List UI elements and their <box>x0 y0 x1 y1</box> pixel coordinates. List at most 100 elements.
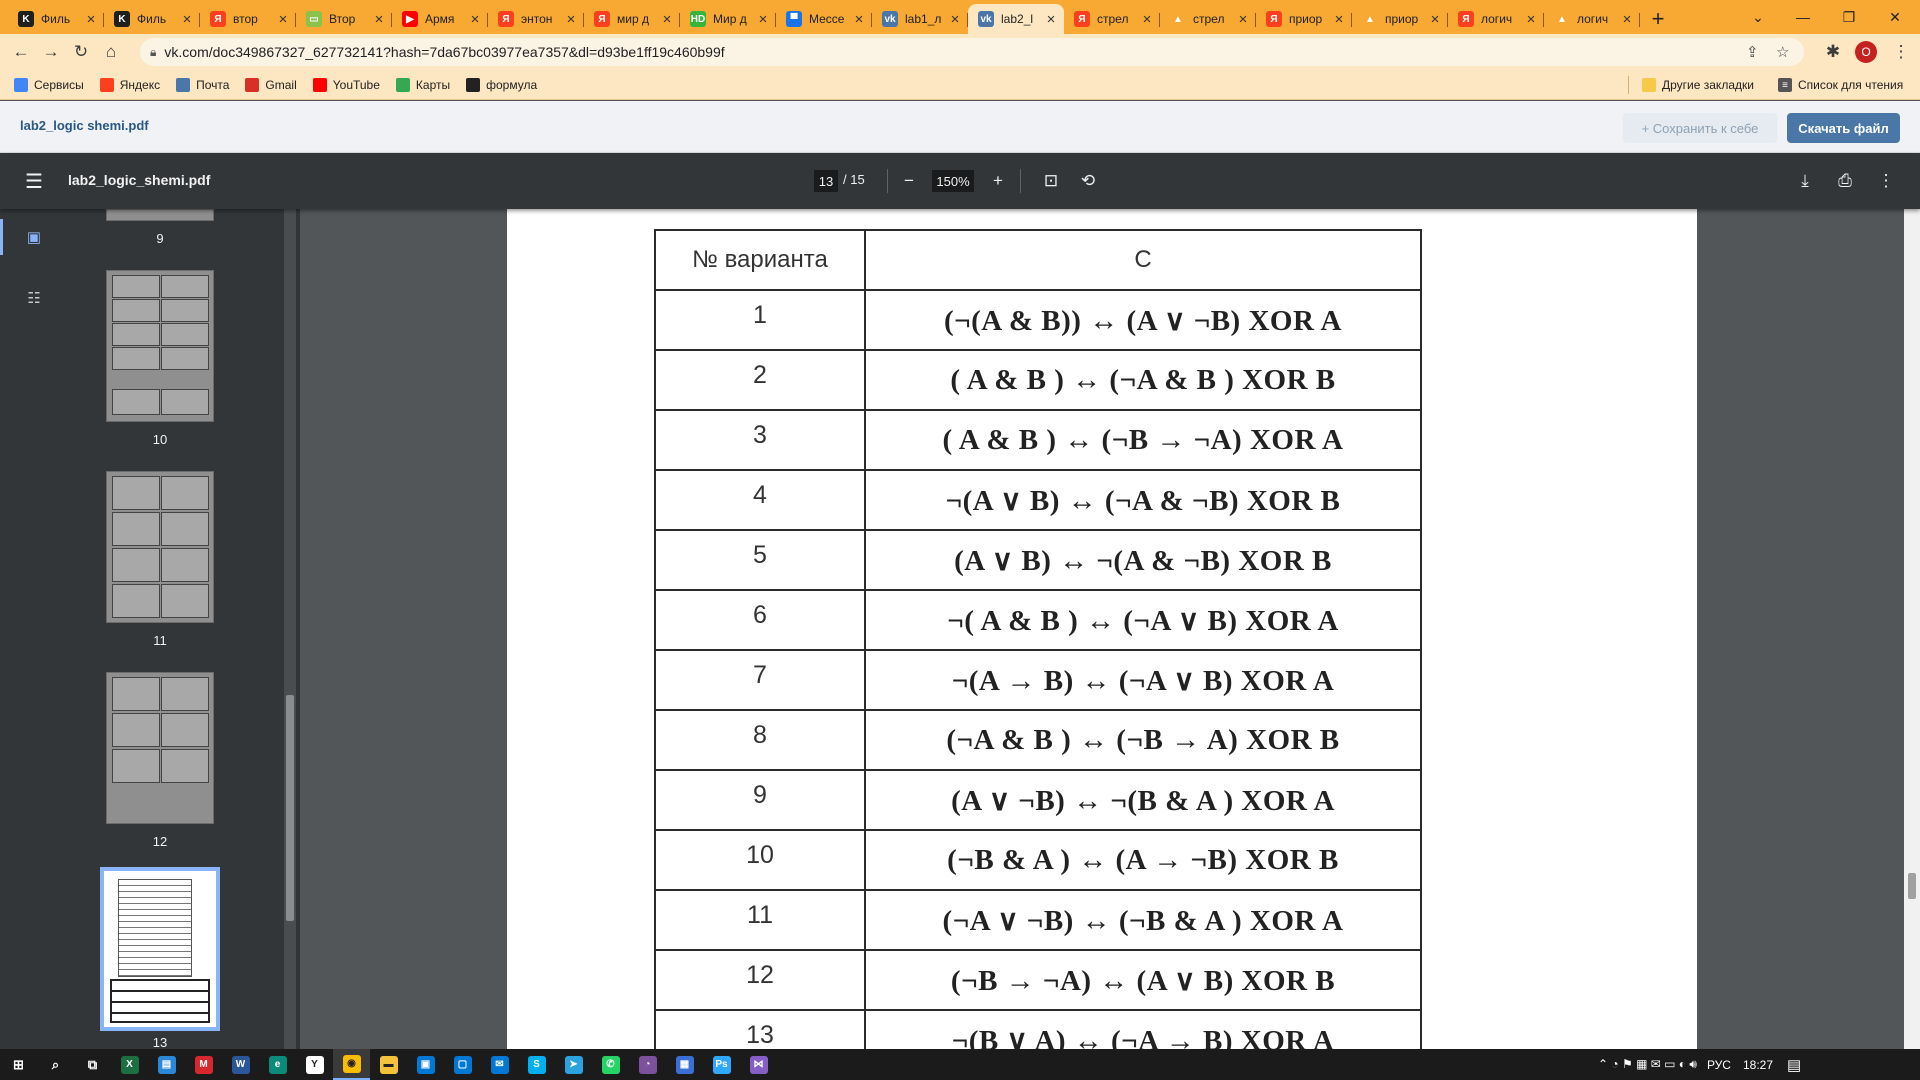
thumbnail-page-13[interactable] <box>100 867 220 1031</box>
browser-tab[interactable]: ▶ Армя × <box>392 4 488 34</box>
bookmark-item[interactable]: Сервисы <box>14 77 84 92</box>
browser-tab[interactable]: ▲ логич × <box>1544 4 1640 34</box>
yandex-browser-taskbar-icon[interactable]: Y <box>296 1049 333 1080</box>
close-tab-icon[interactable]: × <box>1620 11 1634 28</box>
notifications-icon[interactable]: ▤ <box>1787 1056 1801 1074</box>
app-blue-taskbar-icon[interactable]: ▦ <box>666 1049 703 1080</box>
skype-taskbar-icon[interactable]: S <box>518 1049 555 1080</box>
doc-title[interactable]: lab2_logic shemi.pdf <box>20 118 149 133</box>
close-tab-icon[interactable]: × <box>660 11 674 28</box>
close-tab-icon[interactable]: × <box>564 11 578 28</box>
clock[interactable]: 18:27 <box>1743 1058 1773 1072</box>
word-taskbar-icon[interactable]: W <box>222 1049 259 1080</box>
restore-icon[interactable]: ❐ <box>1826 0 1872 34</box>
minimize-icon[interactable]: — <box>1780 0 1826 34</box>
page-number-input[interactable]: 13 <box>814 170 838 192</box>
close-tab-icon[interactable]: × <box>1140 11 1154 28</box>
browser-tab[interactable]: K Филь × <box>104 4 200 34</box>
close-tab-icon[interactable]: × <box>468 11 482 28</box>
language-indicator[interactable]: РУС <box>1707 1058 1731 1072</box>
browser-tab[interactable]: vk lab1_л × <box>872 4 968 34</box>
more-options-icon[interactable]: ⋮ <box>1874 169 1898 193</box>
rotate-icon[interactable]: ⟲ <box>1076 169 1100 193</box>
share-icon[interactable]: ⇪ <box>1746 43 1759 61</box>
tab-search-icon[interactable]: ⌄ <box>1735 0 1781 34</box>
excel-taskbar-icon[interactable]: X <box>111 1049 148 1080</box>
browser-tab[interactable]: Ялогич × <box>1448 4 1544 34</box>
bookmark-item[interactable]: YouTube <box>312 77 380 92</box>
close-tab-icon[interactable]: × <box>852 11 866 28</box>
zoom-level-input[interactable]: 150% <box>932 170 974 192</box>
photos-taskbar-icon[interactable]: ▢ <box>444 1049 481 1080</box>
browser-tab[interactable]: Ястрел × <box>1064 4 1160 34</box>
bookmark-star-icon[interactable]: ☆ <box>1776 43 1789 61</box>
home-icon[interactable]: ⌂ <box>96 37 126 67</box>
telegram-taskbar-icon[interactable]: ➤ <box>555 1049 592 1080</box>
close-window-icon[interactable]: ✕ <box>1872 0 1918 34</box>
thumbnail-page-10[interactable] <box>106 270 214 422</box>
close-tab-icon[interactable]: × <box>1044 11 1058 28</box>
edge-taskbar-icon[interactable]: e <box>259 1049 296 1080</box>
download-file-button[interactable]: Скачать файл <box>1787 113 1900 143</box>
omnibox[interactable]: 🔒︎ vk.com/doc349867327_627732141?hash=7d… <box>140 38 1804 66</box>
fit-to-page-icon[interactable]: ⊡ <box>1039 169 1063 193</box>
close-tab-icon[interactable]: × <box>1236 11 1250 28</box>
whatsapp-taskbar-icon[interactable]: ✆ <box>592 1049 629 1080</box>
other-bookmarks[interactable]: Другие закладки <box>1642 78 1754 92</box>
hamburger-menu-icon[interactable]: ☰ <box>22 169 46 193</box>
close-tab-icon[interactable]: × <box>1524 11 1538 28</box>
browser-tab[interactable]: Ямир д × <box>584 4 680 34</box>
close-tab-icon[interactable]: × <box>180 11 194 28</box>
print-icon[interactable]: ⎙ <box>1833 169 1857 193</box>
browser-tab[interactable]: НD Мир д × <box>680 4 776 34</box>
document-scroll-thumb[interactable] <box>1908 873 1916 899</box>
forward-arrow-icon[interactable]: → <box>36 37 66 67</box>
mail-taskbar-icon[interactable]: ✉ <box>481 1049 518 1080</box>
browser-tab[interactable]: ▲ стрел × <box>1160 4 1256 34</box>
task-view-icon[interactable]: ⧉ <box>74 1049 111 1080</box>
browser-tab[interactable]: Яэнтон × <box>488 4 584 34</box>
viber-taskbar-icon[interactable]: ◔ <box>629 1049 666 1080</box>
browser-tab[interactable]: Яприор × <box>1256 4 1352 34</box>
visual-studio-taskbar-icon[interactable]: ⋈ <box>740 1049 777 1080</box>
close-tab-icon[interactable]: × <box>372 11 386 28</box>
extensions-puzzle-icon[interactable]: ✱ <box>1818 37 1848 67</box>
thumbnail-page-9[interactable] <box>106 209 214 221</box>
bookmark-item[interactable]: формула <box>466 77 537 92</box>
windows-start-icon[interactable]: ⊞ <box>0 1049 37 1080</box>
browser-tab[interactable]: K Филь × <box>8 4 104 34</box>
browser-tab[interactable]: ▲ приор × <box>1352 4 1448 34</box>
download-icon[interactable]: ⤓ <box>1793 169 1817 193</box>
document-scrollbar[interactable] <box>1904 209 1920 1049</box>
back-arrow-icon[interactable]: ← <box>6 37 36 67</box>
zoom-out-icon[interactable]: − <box>897 169 921 193</box>
photoshop-taskbar-icon[interactable]: Ps <box>703 1049 740 1080</box>
reload-icon[interactable]: ↻ <box>66 37 96 67</box>
sidebar-scroll-thumb[interactable] <box>286 695 294 921</box>
close-tab-icon[interactable]: × <box>756 11 770 28</box>
chrome-menu-icon[interactable]: ⋮ <box>1886 37 1916 67</box>
bookmark-item[interactable]: Яндекс <box>99 77 160 92</box>
profile-avatar[interactable]: O <box>1855 41 1877 63</box>
close-tab-icon[interactable]: × <box>948 11 962 28</box>
browser-tab[interactable]: ▀ Мессе × <box>776 4 872 34</box>
zoom-in-icon[interactable]: + <box>986 169 1010 193</box>
browser-tab[interactable]: Явтор × <box>200 4 296 34</box>
sidebar-scrollbar[interactable] <box>284 209 296 1049</box>
tray-icons[interactable]: ⌃ ◔ ⚑ ▦ ✉ ▭ ◐ 🔊︎ <box>1598 1057 1697 1072</box>
bookmark-item[interactable]: Почта <box>176 77 229 92</box>
store-taskbar-icon[interactable]: ▣ <box>407 1049 444 1080</box>
outline-view-icon[interactable]: ☷ <box>22 287 46 309</box>
explorer-taskbar-icon[interactable]: ▬ <box>370 1049 407 1080</box>
chrome-taskbar-icon[interactable]: ◉ <box>333 1049 370 1080</box>
close-tab-icon[interactable]: × <box>1428 11 1442 28</box>
app-taskbar-icon[interactable]: ▤ <box>148 1049 185 1080</box>
browser-tab[interactable]: ▭ Втор × <box>296 4 392 34</box>
thumbnails-view-icon[interactable]: ▣ <box>22 226 46 248</box>
close-tab-icon[interactable]: × <box>84 11 98 28</box>
bookmark-item[interactable]: Gmail <box>245 77 297 92</box>
thumbnail-page-11[interactable] <box>106 471 214 623</box>
reading-list[interactable]: ≡ Список для чтения <box>1778 78 1903 92</box>
bookmark-item[interactable]: Карты <box>395 77 450 92</box>
save-to-self-button[interactable]: + Сохранить к себе <box>1623 113 1777 143</box>
